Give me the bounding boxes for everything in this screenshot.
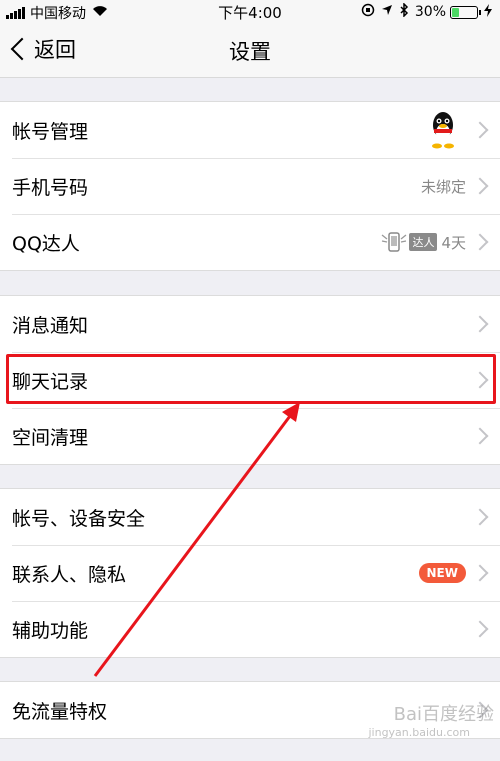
status-bar: 中国移动 下午4:00 30%: [0, 0, 500, 22]
row-label: 帐号管理: [12, 120, 89, 143]
daren-phone-icon: 达人: [381, 231, 438, 253]
location-icon: [381, 4, 393, 20]
watermark-logo: Bai百度经验: [393, 704, 494, 725]
row-phone-number[interactable]: 手机号码 未绑定: [0, 158, 500, 214]
page-title: 设置: [229, 40, 271, 64]
nav-bar: 返回 设置: [0, 22, 500, 78]
row-chat-history[interactable]: 聊天记录: [0, 352, 500, 408]
bluetooth-icon: [399, 2, 409, 21]
chevron-right-icon: [471, 427, 489, 445]
row-value: 未绑定: [420, 177, 466, 196]
chevron-right-icon: [471, 233, 489, 251]
chevron-right-icon: [471, 620, 489, 638]
row-label: 消息通知: [12, 314, 89, 337]
rotation-lock-icon: [361, 3, 375, 21]
row-label: 聊天记录: [12, 370, 89, 393]
settings-group-account: 帐号管理 手机号码 未绑定 QQ达人 达人 4天: [0, 101, 500, 271]
row-contacts-privacy[interactable]: 联系人、隐私 NEW: [0, 545, 500, 601]
row-storage-cleanup[interactable]: 空间清理: [0, 408, 500, 464]
battery-percent: 30%: [414, 4, 446, 20]
chevron-right-icon: [471, 371, 489, 389]
row-account-device-security[interactable]: 帐号、设备安全: [0, 489, 500, 545]
chevron-right-icon: [471, 177, 489, 195]
row-label: QQ达人: [12, 232, 80, 255]
charging-icon: [484, 3, 492, 21]
chevron-right-icon: [471, 508, 489, 526]
qq-penguin-avatar: [428, 111, 458, 149]
chevron-right-icon: [471, 564, 489, 582]
chevron-right-icon: [471, 315, 489, 333]
battery-icon: [450, 5, 481, 19]
new-badge: NEW: [418, 563, 466, 583]
row-label: 辅助功能: [12, 619, 89, 642]
row-account-management[interactable]: 帐号管理: [0, 102, 500, 158]
settings-group-messages: 消息通知 聊天记录 空间清理: [0, 295, 500, 465]
row-qq-daren[interactable]: QQ达人 达人 4天: [0, 214, 500, 270]
row-label: 免流量特权: [12, 700, 108, 723]
chevron-right-icon: [471, 121, 489, 139]
settings-group-security: 帐号、设备安全 联系人、隐私 NEW 辅助功能: [0, 488, 500, 658]
row-label: 联系人、隐私: [12, 563, 127, 586]
status-right: 30%: [361, 2, 492, 21]
row-label: 手机号码: [12, 176, 89, 199]
daren-tag: 达人: [409, 233, 438, 251]
row-notifications[interactable]: 消息通知: [0, 296, 500, 352]
row-accessibility[interactable]: 辅助功能: [0, 601, 500, 657]
row-value: 4天: [441, 233, 466, 252]
row-label: 空间清理: [12, 426, 89, 449]
watermark-url: jingyan.baidu.com: [368, 726, 470, 739]
row-label: 帐号、设备安全: [12, 507, 146, 530]
